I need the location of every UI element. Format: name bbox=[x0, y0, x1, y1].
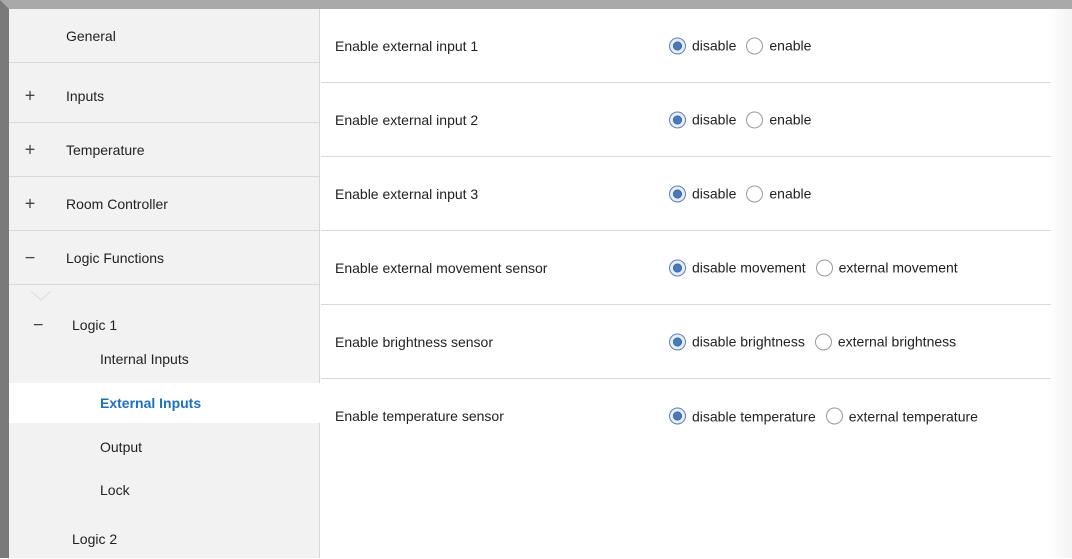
radio-checked-icon[interactable] bbox=[669, 407, 686, 425]
radio-label: disable brightness bbox=[692, 333, 805, 350]
radio-label: disable temperature bbox=[692, 408, 816, 424]
sidebar-item-external-inputs[interactable]: External Inputs bbox=[9, 383, 320, 423]
radio-unchecked-icon[interactable] bbox=[746, 185, 764, 202]
radio-checked-icon[interactable] bbox=[669, 259, 686, 276]
expand-plus-icon[interactable]: + bbox=[23, 193, 37, 214]
sidebar-item-general[interactable]: General bbox=[9, 9, 319, 63]
radio-group: disable enable bbox=[669, 185, 821, 202]
param-row: Enable external input 1 disable enable bbox=[321, 9, 1051, 83]
radio-label: external movement bbox=[838, 259, 958, 276]
sidebar-item-label: General bbox=[66, 27, 116, 44]
sidebar-item-lock[interactable]: Lock bbox=[9, 470, 319, 510]
radio-label: enable bbox=[769, 37, 812, 54]
sidebar-item-label: Room Controller bbox=[66, 195, 168, 212]
sidebar-item-label: Inputs bbox=[66, 87, 105, 104]
sidebar-item-output[interactable]: Output bbox=[9, 427, 319, 467]
radio-option[interactable]: external movement bbox=[815, 259, 958, 276]
sidebar-item-label: Internal Inputs bbox=[100, 351, 189, 367]
radio-unchecked-icon[interactable] bbox=[746, 111, 764, 128]
radio-option[interactable]: external brightness bbox=[814, 333, 957, 350]
collapse-minus-icon[interactable]: − bbox=[33, 315, 44, 336]
sidebar-item-label: Logic Functions bbox=[66, 249, 165, 266]
sidebar-item-label: Temperature bbox=[66, 141, 145, 158]
radio-group: disable temperature external temperature bbox=[669, 407, 988, 425]
expand-plus-icon[interactable]: + bbox=[23, 85, 37, 106]
radio-option[interactable]: disable bbox=[669, 37, 736, 54]
radio-option[interactable]: disable brightness bbox=[669, 333, 805, 350]
radio-label: disable movement bbox=[692, 259, 806, 276]
sidebar-item-label: External Inputs bbox=[100, 395, 202, 411]
radio-option[interactable]: enable bbox=[746, 111, 811, 128]
radio-unchecked-icon[interactable] bbox=[815, 259, 833, 276]
radio-group: disable movement external movement bbox=[669, 259, 968, 276]
param-label: Enable temperature sensor bbox=[335, 408, 504, 424]
radio-label: enable bbox=[769, 111, 812, 128]
radio-checked-icon[interactable] bbox=[669, 185, 686, 202]
sidebar-item-label: Lock bbox=[100, 482, 130, 498]
sidebar-item-label: Logic 1 bbox=[72, 317, 118, 333]
sidebar-item-logic-2[interactable]: Logic 2 bbox=[9, 519, 319, 559]
param-row: Enable temperature sensor disable temper… bbox=[321, 379, 1051, 453]
radio-label: enable bbox=[769, 185, 812, 202]
radio-label: external brightness bbox=[837, 333, 957, 350]
radio-checked-icon[interactable] bbox=[669, 333, 686, 350]
radio-checked-icon[interactable] bbox=[669, 37, 686, 54]
expand-plus-icon[interactable]: + bbox=[23, 139, 37, 160]
collapse-minus-icon[interactable]: − bbox=[23, 247, 37, 268]
param-row: Enable external movement sensor disable … bbox=[321, 231, 1051, 305]
tree-caret-icon bbox=[31, 291, 51, 301]
radio-unchecked-icon[interactable] bbox=[746, 37, 764, 54]
param-label: Enable brightness sensor bbox=[335, 333, 493, 350]
radio-option[interactable]: disable bbox=[669, 185, 736, 202]
sidebar-item-temperature[interactable]: + Temperature bbox=[9, 123, 319, 177]
radio-group: disable enable bbox=[669, 37, 821, 54]
param-label: Enable external input 3 bbox=[335, 185, 479, 202]
radio-option[interactable]: disable bbox=[669, 111, 736, 128]
radio-checked-icon[interactable] bbox=[669, 111, 686, 128]
sidebar-item-internal-inputs[interactable]: Internal Inputs bbox=[9, 339, 319, 379]
radio-option[interactable]: external temperature bbox=[825, 407, 978, 425]
radio-option[interactable]: enable bbox=[746, 37, 811, 54]
radio-option[interactable]: enable bbox=[746, 185, 811, 202]
param-row: Enable external input 3 disable enable bbox=[321, 157, 1051, 231]
sidebar-item-inputs[interactable]: + Inputs bbox=[9, 69, 319, 123]
sidebar-item-label: Logic 2 bbox=[72, 531, 118, 547]
parameter-panel: Enable external input 1 disable enable E… bbox=[321, 9, 1072, 558]
radio-unchecked-icon[interactable] bbox=[814, 333, 832, 350]
radio-label: disable bbox=[692, 111, 737, 128]
radio-label: external temperature bbox=[848, 408, 978, 424]
sidebar: General + Inputs + Temperature + Room Co… bbox=[9, 9, 320, 558]
radio-group: disable enable bbox=[669, 111, 821, 128]
radio-option[interactable]: disable movement bbox=[669, 259, 806, 276]
param-label: Enable external input 1 bbox=[335, 37, 479, 54]
param-label: Enable external movement sensor bbox=[335, 259, 548, 276]
param-label: Enable external input 2 bbox=[335, 111, 479, 128]
sidebar-item-label: Output bbox=[100, 439, 143, 455]
param-row: Enable brightness sensor disable brightn… bbox=[321, 305, 1051, 379]
radio-unchecked-icon[interactable] bbox=[825, 407, 843, 425]
radio-label: disable bbox=[692, 37, 737, 54]
radio-label: disable bbox=[692, 185, 737, 202]
radio-option[interactable]: disable temperature bbox=[669, 407, 816, 425]
sidebar-item-logic-functions[interactable]: − Logic Functions bbox=[9, 231, 319, 285]
sidebar-item-room-controller[interactable]: + Room Controller bbox=[9, 177, 319, 231]
param-row: Enable external input 2 disable enable bbox=[321, 83, 1051, 157]
radio-group: disable brightness external brightness bbox=[669, 333, 966, 350]
